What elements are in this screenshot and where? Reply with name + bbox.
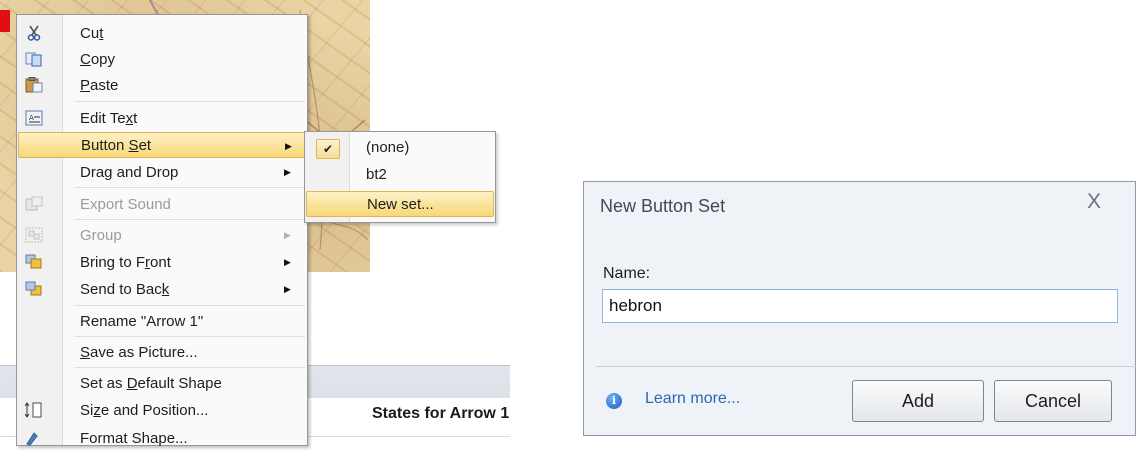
menu-separator (75, 187, 305, 188)
copy-icon (25, 52, 42, 67)
name-label: Name: (603, 265, 651, 282)
menu-item-label: Export Sound (80, 195, 171, 213)
menu-item-bring-to-front[interactable]: Bring to Front ▶ (18, 249, 306, 275)
submenu-item-label: (none) (366, 139, 410, 156)
submenu-arrow-icon: ▶ (285, 141, 292, 151)
export-sound-icon (25, 196, 43, 211)
menu-separator (75, 219, 305, 220)
menu-separator (75, 101, 305, 102)
menu-item-label: Format Shape... (80, 429, 188, 447)
send-to-back-icon (25, 281, 42, 296)
states-for-label: States for Arrow 1 (372, 405, 510, 422)
cancel-button[interactable]: Cancel (994, 380, 1112, 422)
menu-item-label: Cut (80, 24, 104, 42)
menu-item-label: Drag and Drop (80, 163, 179, 181)
name-input[interactable] (602, 289, 1118, 323)
menu-item-label: Copy (80, 50, 116, 68)
paste-icon (25, 77, 43, 93)
button-set-submenu: ✔ (none) bt2 New set... (304, 131, 496, 223)
menu-item-edit-text[interactable]: A Edit Text (18, 105, 306, 131)
menu-item-send-to-back[interactable]: Send to Back ▶ (18, 276, 306, 302)
menu-item-paste[interactable]: Paste (18, 72, 306, 98)
submenu-item-label: New set... (367, 196, 434, 213)
menu-separator (75, 305, 305, 306)
menu-item-label: Send to Back (80, 280, 170, 298)
scissors-icon (27, 25, 41, 41)
dialog-divider (596, 366, 1136, 367)
menu-item-export-sound: Export Sound (18, 191, 306, 217)
format-shape-icon (26, 432, 38, 446)
menu-item-label: Size and Position... (80, 401, 209, 419)
menu-item-label: Paste (80, 76, 119, 94)
menu-item-label: Bring to Front (80, 253, 171, 271)
add-button[interactable]: Add (852, 380, 984, 422)
menu-item-format-shape[interactable]: Format Shape... (18, 425, 306, 451)
menu-item-label: Edit Text (80, 109, 138, 127)
menu-item-label: Set as Default Shape (80, 374, 222, 392)
submenu-arrow-icon: ▶ (284, 284, 291, 294)
menu-item-label: Save as Picture... (80, 343, 198, 361)
menu-separator (75, 367, 305, 368)
checkmark-icon: ✔ (316, 139, 340, 159)
dialog-title: New Button Set (600, 196, 726, 216)
learn-more-link[interactable]: Learn more... (645, 390, 740, 408)
context-menu: Cut Copy Paste A Edit Text Button Set ▶ (16, 14, 308, 447)
menu-item-copy[interactable]: Copy (18, 46, 306, 72)
close-icon[interactable]: X (1087, 190, 1101, 214)
new-button-set-dialog: New Button Set X Name: i Learn more... A… (583, 181, 1136, 436)
menu-item-label: Button Set (81, 136, 152, 154)
menu-item-button-set[interactable]: Button Set ▶ (18, 132, 306, 158)
submenu-item-none[interactable]: ✔ (none) (306, 135, 494, 161)
menu-item-cut[interactable]: Cut (18, 20, 306, 46)
menu-item-label: Group (80, 226, 122, 244)
menu-item-size-and-position[interactable]: Size and Position... (18, 397, 306, 423)
menu-item-rename[interactable]: Rename "Arrow 1" (18, 308, 306, 334)
menu-item-save-as-picture[interactable]: Save as Picture... (18, 339, 306, 365)
submenu-item-new-set[interactable]: New set... (306, 191, 494, 217)
submenu-item-label: bt2 (366, 166, 387, 183)
size-position-icon (25, 402, 42, 418)
submenu-arrow-icon: ▶ (284, 257, 291, 267)
info-icon: i (606, 393, 622, 409)
submenu-item-bt2[interactable]: bt2 (306, 162, 494, 188)
submenu-arrow-icon: ▶ (284, 230, 291, 240)
menu-item-label: Rename "Arrow 1" (80, 312, 204, 330)
menu-item-group: Group ▶ (18, 222, 306, 248)
svg-text:A: A (29, 114, 34, 122)
menu-separator (75, 336, 305, 337)
edit-text-icon: A (25, 110, 43, 126)
group-icon (25, 227, 43, 243)
menu-item-drag-and-drop[interactable]: Drag and Drop ▶ (18, 159, 306, 185)
bring-to-front-icon (25, 254, 42, 269)
menu-item-set-as-default-shape[interactable]: Set as Default Shape (18, 370, 306, 396)
submenu-arrow-icon: ▶ (284, 167, 291, 177)
